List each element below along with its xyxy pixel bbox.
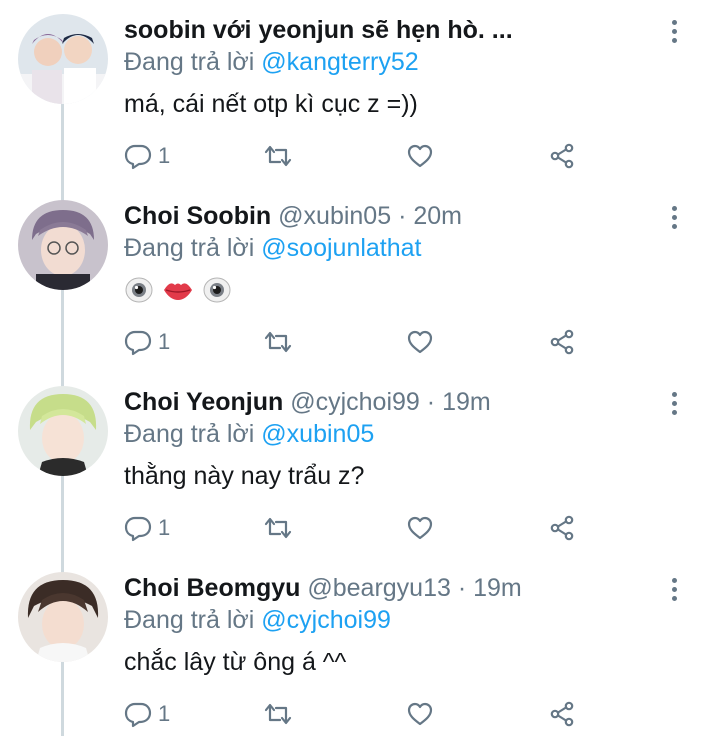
timestamp[interactable]: 19m	[442, 388, 491, 416]
like-icon	[407, 330, 433, 354]
retweet-icon	[264, 331, 292, 353]
retweet-button[interactable]	[264, 510, 292, 546]
separator-dot: ·	[398, 202, 407, 230]
share-icon	[550, 143, 574, 169]
timestamp[interactable]: 19m	[473, 574, 522, 602]
tweet-header: Choi Soobin @xubin05 · 20m	[124, 200, 462, 232]
more-icon[interactable]	[664, 14, 684, 48]
replying-to: Đang trả lời @xubin05	[124, 418, 374, 450]
separator-dot: ·	[426, 388, 436, 416]
reply-mention-link[interactable]: @xubin05	[261, 420, 374, 448]
tweet-3[interactable]: Choi Yeonjun @cyjchoi99 · 19m Đang trả l…	[0, 378, 720, 558]
reply-icon	[124, 516, 152, 542]
replying-to: Đang trả lời @soojunlathat	[124, 232, 422, 264]
replying-to-label: Đang trả lời	[124, 606, 255, 634]
reply-button[interactable]: 1	[124, 510, 170, 546]
reply-button[interactable]: 1	[124, 696, 170, 732]
eye-icon	[203, 277, 231, 303]
share-button[interactable]	[548, 138, 576, 174]
tweet-text: má, cái nết otp kì cục z =))	[124, 90, 418, 118]
tweet-1[interactable]: soobin với yeonjun sẽ hẹn hò. ... Đang t…	[0, 6, 720, 186]
retweet-icon	[264, 703, 292, 725]
avatar[interactable]	[18, 14, 108, 104]
like-icon	[407, 702, 433, 726]
tweet-2[interactable]: Choi Soobin @xubin05 · 20m Đang trả lời …	[0, 192, 720, 372]
avatar[interactable]	[18, 200, 108, 290]
reply-mention-link[interactable]: @cyjchoi99	[261, 606, 391, 634]
user-handle[interactable]: @xubin05	[278, 202, 391, 230]
share-button[interactable]	[548, 510, 576, 546]
replying-to: Đang trả lời @kangterry52	[124, 46, 419, 78]
tweet-header: soobin với yeonjun sẽ hẹn hò. ...	[124, 14, 513, 46]
more-icon[interactable]	[664, 572, 684, 606]
tweet-4[interactable]: Choi Beomgyu @beargyu13 · 19m Đang trả l…	[0, 564, 720, 736]
display-name[interactable]: Choi Beomgyu	[124, 574, 300, 602]
retweet-icon	[264, 145, 292, 167]
replying-to-label: Đang trả lời	[124, 234, 255, 262]
tweet-actions: 1	[124, 138, 594, 174]
more-icon[interactable]	[664, 200, 684, 234]
like-icon	[407, 144, 433, 168]
display-name[interactable]: soobin với yeonjun sẽ hẹn hò. ...	[124, 16, 513, 44]
reply-icon	[124, 144, 152, 170]
tweet-text	[124, 276, 232, 304]
like-button[interactable]	[406, 324, 434, 360]
reply-count: 1	[158, 701, 171, 726]
reply-count: 1	[158, 329, 171, 354]
tweet-header: Choi Yeonjun @cyjchoi99 · 19m	[124, 386, 491, 418]
reply-icon	[124, 330, 152, 356]
user-handle[interactable]: @beargyu13	[307, 574, 451, 602]
retweet-button[interactable]	[264, 324, 292, 360]
tweet-actions: 1	[124, 696, 594, 732]
tweet-actions: 1	[124, 324, 594, 360]
replying-to: Đang trả lời @cyjchoi99	[124, 604, 391, 636]
share-icon	[550, 515, 574, 541]
separator-dot: ·	[457, 574, 467, 602]
eye-icon	[125, 277, 153, 303]
reply-count: 1	[158, 143, 171, 168]
display-name[interactable]: Choi Yeonjun	[124, 388, 283, 416]
user-handle[interactable]: @cyjchoi99	[290, 388, 420, 416]
replying-to-label: Đang trả lời	[124, 48, 255, 76]
reply-count: 1	[158, 515, 171, 540]
lips-icon	[164, 283, 192, 300]
reply-mention-link[interactable]: @soojunlathat	[261, 234, 421, 262]
tweet-text: thằng này nay trẩu z?	[124, 462, 365, 490]
retweet-button[interactable]	[264, 696, 292, 732]
reply-mention-link[interactable]: @kangterry52	[261, 48, 418, 76]
tweet-text: chắc lây từ ông á ^^	[124, 648, 347, 676]
timestamp[interactable]: 20m	[413, 202, 462, 230]
tweet-actions: 1	[124, 510, 594, 546]
share-button[interactable]	[548, 324, 576, 360]
like-icon	[407, 516, 433, 540]
display-name[interactable]: Choi Soobin	[124, 202, 271, 230]
share-button[interactable]	[548, 696, 576, 732]
avatar[interactable]	[18, 572, 108, 662]
retweet-icon	[264, 517, 292, 539]
replying-to-label: Đang trả lời	[124, 420, 255, 448]
reply-icon	[124, 702, 152, 728]
tweet-header: Choi Beomgyu @beargyu13 · 19m	[124, 572, 522, 604]
more-icon[interactable]	[664, 386, 684, 420]
like-button[interactable]	[406, 696, 434, 732]
avatar[interactable]	[18, 386, 108, 476]
reply-button[interactable]: 1	[124, 324, 170, 360]
like-button[interactable]	[406, 138, 434, 174]
share-icon	[550, 701, 574, 727]
retweet-button[interactable]	[264, 138, 292, 174]
share-icon	[550, 329, 574, 355]
reply-button[interactable]: 1	[124, 138, 170, 174]
like-button[interactable]	[406, 510, 434, 546]
